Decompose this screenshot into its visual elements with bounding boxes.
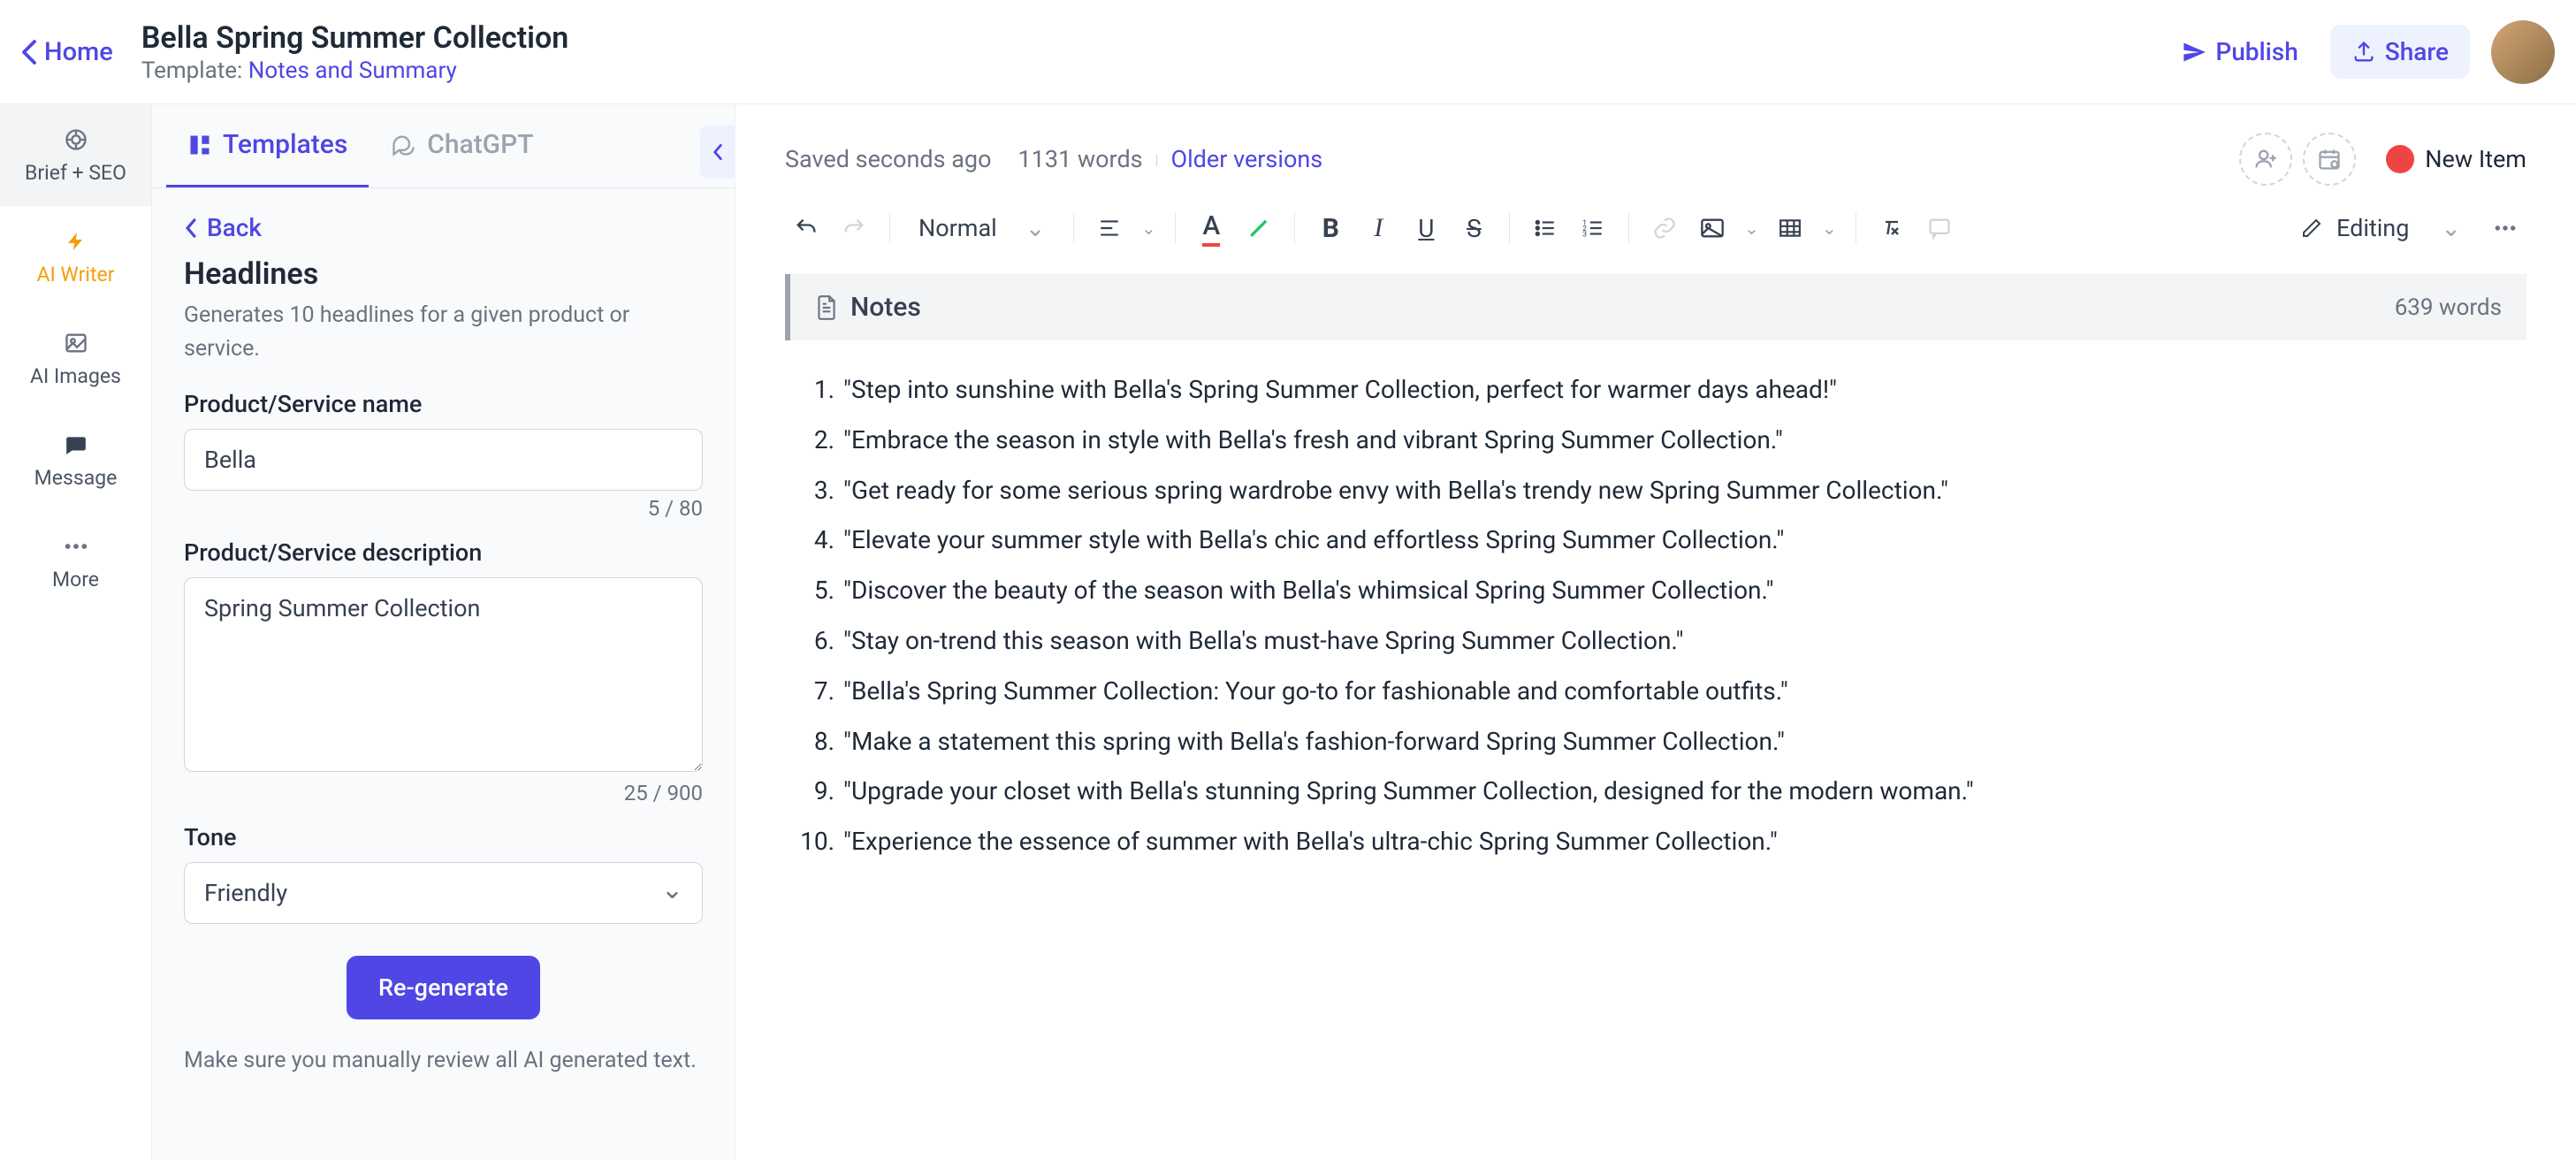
redo-button[interactable] [833, 207, 875, 249]
nav-message[interactable]: Message [0, 409, 151, 511]
product-name-label: Product/Service name [184, 390, 703, 418]
calendar-icon[interactable] [2303, 133, 2356, 186]
nav-ai-images[interactable]: AI Images [0, 308, 151, 409]
chevron-left-icon [184, 217, 198, 240]
list-item[interactable]: 10."Experience the essence of summer wit… [785, 822, 2526, 862]
list-item[interactable]: 5."Discover the beauty of the season wit… [785, 571, 2526, 611]
older-versions-link[interactable]: Older versions [1171, 145, 1323, 173]
align-button[interactable] [1088, 207, 1131, 249]
templates-icon [187, 133, 212, 157]
image-button[interactable] [1691, 207, 1734, 249]
align-dropdown[interactable]: ⌄ [1136, 207, 1161, 249]
publish-button[interactable]: Publish [2164, 27, 2315, 77]
review-warning: Make sure you manually review all AI gen… [184, 1044, 703, 1078]
numbered-list-button[interactable]: 123 [1572, 207, 1614, 249]
text-color-button[interactable]: A [1190, 207, 1232, 249]
undo-button[interactable] [785, 207, 827, 249]
regenerate-button[interactable]: Re-generate [347, 956, 540, 1019]
more-toolbar-button[interactable] [2484, 207, 2526, 249]
send-icon [2182, 40, 2206, 65]
target-icon [62, 126, 90, 154]
tab-chatgpt[interactable]: ChatGPT [369, 104, 554, 187]
word-count: 1131 words [1017, 145, 1142, 173]
collapse-sidebar-button[interactable] [700, 126, 735, 179]
product-desc-label: Product/Service description [184, 538, 703, 567]
back-button[interactable]: Back [184, 213, 703, 242]
bullet-list-button[interactable] [1524, 207, 1566, 249]
list-item[interactable]: 6."Stay on-trend this season with Bella'… [785, 622, 2526, 661]
clear-format-button[interactable] [1871, 207, 1913, 249]
image-dropdown[interactable]: ⌄ [1739, 207, 1764, 249]
document-title[interactable]: Bella Spring Summer Collection [141, 20, 2165, 56]
product-desc-counter: 25 / 900 [184, 781, 703, 805]
new-item-indicator[interactable]: New Item [2386, 145, 2526, 173]
tone-select[interactable] [184, 862, 703, 924]
upload-icon [2351, 40, 2376, 65]
product-name-input[interactable] [184, 429, 703, 491]
dots-icon [62, 532, 90, 561]
comment-button[interactable] [1918, 207, 1961, 249]
image-icon [62, 329, 90, 357]
pencil-icon [2301, 218, 2322, 239]
nav-ai-writer[interactable]: AI Writer [0, 206, 151, 308]
red-dot-icon [2386, 145, 2414, 173]
svg-text:3: 3 [1582, 231, 1587, 238]
panel-title: Headlines [184, 256, 703, 292]
notes-label: Notes [850, 292, 921, 323]
list-item[interactable]: 1."Step into sunshine with Bella's Sprin… [785, 370, 2526, 410]
list-item[interactable]: 3."Get ready for some serious spring war… [785, 471, 2526, 511]
editing-mode-select[interactable]: Editing ⌄ [2301, 214, 2461, 242]
table-dropdown[interactable]: ⌄ [1817, 207, 1841, 249]
chevron-left-icon [21, 39, 37, 65]
style-select[interactable]: Normal⌄ [904, 207, 1059, 249]
message-icon [62, 431, 90, 459]
product-desc-input[interactable] [184, 577, 703, 772]
notes-block-header[interactable]: Notes 639 words [785, 274, 2526, 340]
link-button[interactable] [1643, 207, 1686, 249]
bold-button[interactable]: B [1309, 207, 1352, 249]
list-item[interactable]: 9."Upgrade your closet with Bella's stun… [785, 772, 2526, 812]
list-item[interactable]: 2."Embrace the season in style with Bell… [785, 421, 2526, 461]
list-item[interactable]: 8."Make a statement this spring with Bel… [785, 722, 2526, 762]
share-button[interactable]: Share [2330, 25, 2470, 79]
chat-icon [390, 133, 416, 157]
italic-button[interactable]: I [1357, 207, 1399, 249]
strikethrough-button[interactable]: S [1452, 207, 1495, 249]
saved-status: Saved seconds ago [785, 145, 991, 173]
nav-brief-seo[interactable]: Brief + SEO [0, 104, 151, 206]
template-link[interactable]: Notes and Summary [248, 57, 457, 84]
add-user-icon[interactable] [2239, 133, 2292, 186]
headline-list[interactable]: 1."Step into sunshine with Bella's Sprin… [785, 370, 2526, 862]
tab-templates[interactable]: Templates [166, 104, 369, 187]
notes-word-count: 639 words [2395, 294, 2502, 321]
home-label: Home [44, 37, 113, 67]
product-name-counter: 5 / 80 [184, 496, 703, 521]
table-button[interactable] [1769, 207, 1811, 249]
panel-description: Generates 10 headlines for a given produ… [184, 299, 703, 365]
chevron-left-icon [712, 142, 724, 162]
home-link[interactable]: Home [21, 37, 113, 67]
list-item[interactable]: 7."Bella's Spring Summer Collection: You… [785, 672, 2526, 712]
highlight-button[interactable] [1238, 207, 1280, 249]
user-avatar[interactable] [2491, 20, 2555, 84]
list-item[interactable]: 4."Elevate your summer style with Bella'… [785, 521, 2526, 561]
document-icon [815, 294, 838, 321]
nav-more[interactable]: More [0, 511, 151, 613]
underline-button[interactable]: U [1405, 207, 1447, 249]
tone-label: Tone [184, 823, 703, 851]
bolt-icon [62, 227, 90, 256]
template-line: Template: Notes and Summary [141, 57, 2165, 84]
